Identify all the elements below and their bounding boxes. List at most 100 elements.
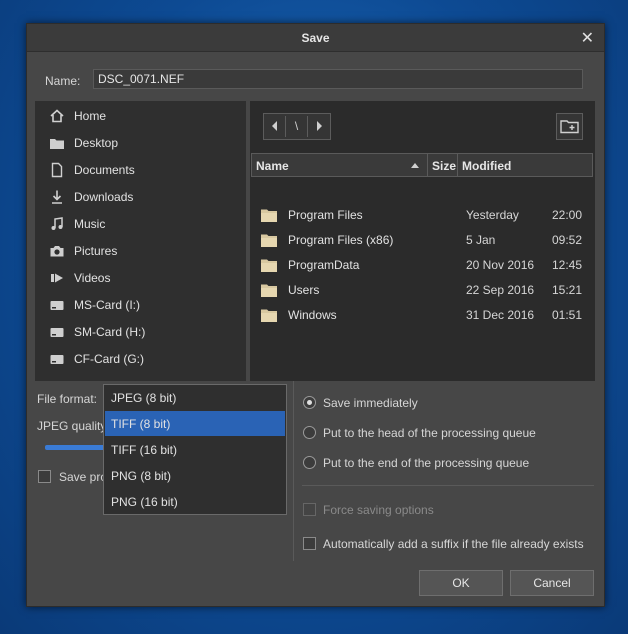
file-name: Users bbox=[288, 283, 320, 297]
cancel-button[interactable]: Cancel bbox=[510, 570, 594, 596]
name-label: Name: bbox=[45, 74, 81, 88]
column-divider bbox=[457, 154, 458, 176]
folder-icon bbox=[261, 234, 277, 247]
place-label: Pictures bbox=[74, 244, 118, 258]
path-navigation: \ bbox=[263, 113, 331, 140]
folder-icon bbox=[261, 309, 277, 322]
file-row[interactable]: ProgramData 20 Nov 2016 12:45 bbox=[250, 252, 595, 277]
format-option-label: TIFF (16 bit) bbox=[111, 443, 178, 457]
place-item-documents[interactable]: Documents bbox=[35, 157, 246, 181]
nav-back-button[interactable] bbox=[264, 114, 285, 139]
place-label: Downloads bbox=[74, 190, 134, 204]
queue-end-radio[interactable] bbox=[303, 456, 316, 469]
column-modified-header[interactable]: Modified bbox=[462, 159, 511, 173]
file-time: 22:00 bbox=[552, 208, 583, 222]
column-divider bbox=[427, 154, 428, 176]
places-sidebar: Home Desktop Documents Downloads Music P… bbox=[35, 101, 246, 381]
format-option-tiff-16[interactable]: TIFF (16 bit) bbox=[105, 437, 285, 462]
file-row[interactable]: Users 22 Sep 2016 15:21 bbox=[250, 277, 595, 302]
place-item-pictures[interactable]: Pictures bbox=[35, 238, 246, 262]
place-item-desktop[interactable]: Desktop bbox=[35, 130, 246, 154]
format-option-label: JPEG (8 bit) bbox=[111, 391, 177, 405]
drive-icon bbox=[50, 301, 64, 310]
file-row[interactable]: Windows 31 Dec 2016 01:51 bbox=[250, 302, 595, 327]
folder-icon bbox=[261, 284, 277, 297]
file-list-header: Name Size Modified bbox=[251, 153, 593, 177]
download-icon bbox=[52, 190, 62, 204]
place-item-cf-card[interactable]: CF-Card (G:) bbox=[35, 346, 246, 370]
new-folder-button[interactable] bbox=[556, 113, 583, 140]
file-browser: \ Name Size Modified Program Files Yeste… bbox=[250, 101, 595, 381]
options-separator bbox=[302, 485, 594, 486]
format-option-label: PNG (16 bit) bbox=[111, 495, 178, 509]
format-option-tiff-8[interactable]: TIFF (8 bit) bbox=[105, 411, 285, 436]
auto-suffix-label: Automatically add a suffix if the file a… bbox=[323, 537, 584, 551]
file-name: Windows bbox=[288, 308, 337, 322]
queue-head-label: Put to the head of the processing queue bbox=[323, 426, 536, 440]
queue-end-label: Put to the end of the processing queue bbox=[323, 456, 530, 470]
place-item-ms-card[interactable]: MS-Card (I:) bbox=[35, 292, 246, 316]
format-option-label: TIFF (8 bit) bbox=[111, 417, 171, 431]
format-option-png-16[interactable]: PNG (16 bit) bbox=[105, 489, 285, 514]
place-label: SM-Card (H:) bbox=[74, 325, 146, 339]
place-label: Music bbox=[74, 217, 106, 231]
file-date: 22 Sep 2016 bbox=[466, 283, 535, 297]
queue-head-radio[interactable] bbox=[303, 426, 316, 439]
close-icon[interactable]: ✕ bbox=[581, 28, 594, 48]
folder-icon bbox=[261, 209, 277, 222]
place-label: Documents bbox=[74, 163, 135, 177]
save-profile-checkbox[interactable] bbox=[38, 470, 51, 483]
file-name: ProgramData bbox=[288, 258, 360, 272]
music-icon bbox=[51, 217, 63, 230]
place-label: Home bbox=[74, 109, 107, 123]
column-size-header[interactable]: Size bbox=[432, 159, 456, 173]
auto-suffix-checkbox[interactable] bbox=[303, 537, 316, 550]
place-label: Videos bbox=[74, 271, 111, 285]
file-date: Yesterday bbox=[466, 208, 519, 222]
save-immediately-radio[interactable] bbox=[303, 396, 316, 409]
path-root-button[interactable]: \ bbox=[286, 114, 307, 139]
dialog-title: Save bbox=[301, 31, 330, 45]
document-icon bbox=[51, 162, 63, 178]
folder-icon bbox=[261, 259, 277, 272]
column-name-header[interactable]: Name bbox=[256, 159, 289, 173]
place-item-sm-card[interactable]: SM-Card (H:) bbox=[35, 319, 246, 343]
file-time: 15:21 bbox=[552, 283, 583, 297]
sort-ascending-icon bbox=[411, 163, 419, 168]
format-option-png-8[interactable]: PNG (8 bit) bbox=[105, 463, 285, 488]
file-date: 20 Nov 2016 bbox=[466, 258, 535, 272]
file-date: 31 Dec 2016 bbox=[466, 308, 535, 322]
filename-input[interactable] bbox=[93, 69, 583, 89]
options-divider bbox=[293, 381, 294, 561]
save-profile-label: Save profile bbox=[59, 470, 103, 484]
format-option-label: PNG (8 bit) bbox=[111, 469, 172, 483]
chevron-left-icon bbox=[271, 121, 277, 131]
radio-selected-dot bbox=[307, 400, 312, 405]
file-time: 01:51 bbox=[552, 308, 583, 322]
ok-button[interactable]: OK bbox=[419, 570, 503, 596]
file-name: Program Files (x86) bbox=[288, 233, 394, 247]
save-immediately-label: Save immediately bbox=[323, 396, 418, 410]
file-name: Program Files bbox=[288, 208, 363, 222]
jpeg-quality-label: JPEG quality bbox=[37, 419, 105, 433]
file-date: 5 Jan bbox=[466, 233, 496, 247]
file-row[interactable]: Program Files (x86) 5 Jan 09:52 bbox=[250, 227, 595, 252]
place-label: MS-Card (I:) bbox=[74, 298, 140, 312]
place-item-videos[interactable]: Videos bbox=[35, 265, 246, 289]
force-saving-checkbox[interactable] bbox=[303, 503, 316, 516]
home-icon bbox=[50, 109, 64, 123]
title-bar: Save ✕ bbox=[27, 24, 604, 52]
place-item-home[interactable]: Home bbox=[35, 103, 246, 127]
place-item-downloads[interactable]: Downloads bbox=[35, 184, 246, 208]
place-item-music[interactable]: Music bbox=[35, 211, 246, 235]
force-saving-label: Force saving options bbox=[323, 503, 434, 517]
file-time: 09:52 bbox=[552, 233, 583, 247]
file-row[interactable]: Program Files Yesterday 22:00 bbox=[250, 202, 595, 227]
drive-icon bbox=[50, 328, 64, 337]
nav-forward-button[interactable] bbox=[308, 114, 329, 139]
jpeg-quality-slider[interactable] bbox=[45, 445, 105, 450]
video-icon bbox=[51, 273, 63, 283]
chevron-right-icon bbox=[316, 121, 322, 131]
file-format-dropdown: JPEG (8 bit) TIFF (8 bit) TIFF (16 bit) … bbox=[103, 384, 287, 515]
format-option-jpeg-8[interactable]: JPEG (8 bit) bbox=[105, 385, 285, 410]
